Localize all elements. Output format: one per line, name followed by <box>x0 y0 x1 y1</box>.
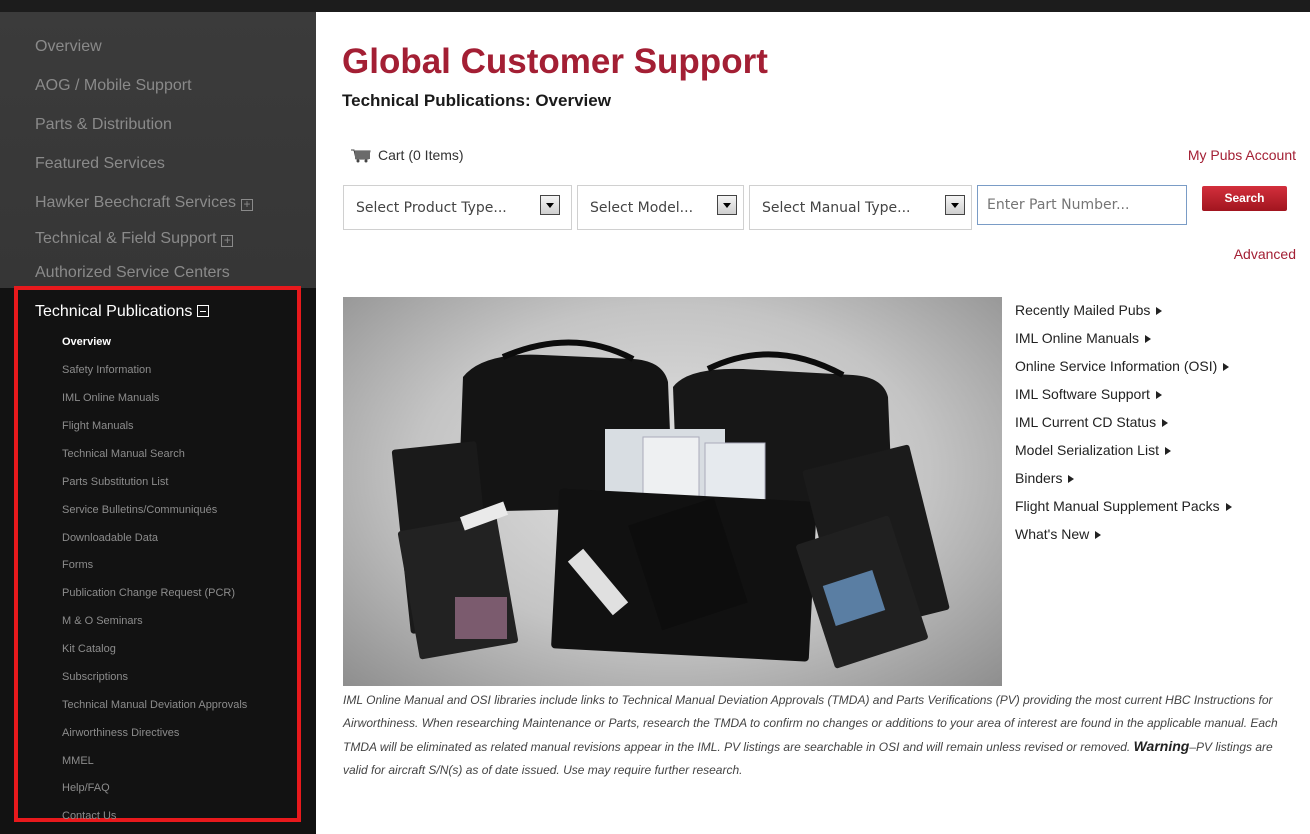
sidebar-item-label: Technical & Field Support <box>35 230 217 247</box>
arrow-right-icon <box>1068 475 1075 484</box>
sidebar-item-label: Authorized Service Centers <box>35 264 230 281</box>
sidebar-subitem-kit-catalog[interactable]: Kit Catalog <box>62 643 116 655</box>
sidebar-item-label: Featured Services <box>35 155 165 172</box>
sidebar-item-parts-distribution[interactable]: Parts & Distribution <box>35 116 172 134</box>
cart-icon <box>351 149 371 163</box>
model-value: Select Model... <box>590 199 694 216</box>
quick-link-online-service-information[interactable]: Online Service Information (OSI) <box>1015 358 1230 374</box>
sidebar-subitem-downloadable-data[interactable]: Downloadable Data <box>62 532 158 544</box>
sidebar-item-overview[interactable]: Overview <box>35 38 102 56</box>
page-subtitle: Technical Publications: Overview <box>342 91 611 110</box>
quick-link-binders[interactable]: Binders <box>1015 470 1075 486</box>
quick-link-flight-manual-supplement-packs[interactable]: Flight Manual Supplement Packs <box>1015 498 1232 514</box>
advanced-search-link[interactable]: Advanced <box>1234 246 1296 262</box>
quick-link-iml-software-support[interactable]: IML Software Support <box>1015 386 1162 402</box>
sidebar-subitem-tmda[interactable]: Technical Manual Deviation Approvals <box>62 699 247 711</box>
quick-link-label: IML Online Manuals <box>1015 330 1139 346</box>
arrow-right-icon <box>1162 419 1169 428</box>
sidebar-item-hawker-beechcraft-services[interactable]: Hawker Beechcraft Services + <box>35 194 253 212</box>
sidebar-item-label: Overview <box>35 38 102 55</box>
quick-link-label: Flight Manual Supplement Packs <box>1015 498 1220 514</box>
cart-link[interactable]: Cart (0 Items) <box>350 147 464 163</box>
manual-type-select[interactable]: Select Manual Type... <box>749 185 972 230</box>
quick-link-label: What's New <box>1015 526 1090 542</box>
sidebar-item-label: AOG / Mobile Support <box>35 77 192 94</box>
description-paragraph: IML Online Manual and OSI libraries incl… <box>343 689 1293 782</box>
cart-label: Cart (0 Items) <box>378 147 464 163</box>
sidebar-item-technical-field-support[interactable]: Technical & Field Support + <box>35 230 234 248</box>
quick-link-label: Model Serialization List <box>1015 442 1159 458</box>
chevron-down-icon[interactable] <box>717 195 737 215</box>
sidebar-item-technical-publications[interactable]: Technical Publications <box>35 303 210 321</box>
product-type-value: Select Product Type... <box>356 199 507 216</box>
sidebar-subitem-flight-manuals[interactable]: Flight Manuals <box>62 420 134 432</box>
sidebar-subitem-contact-us[interactable]: Contact Us <box>62 810 116 822</box>
product-type-select[interactable]: Select Product Type... <box>343 185 572 230</box>
quick-link-label: IML Current CD Status <box>1015 414 1157 430</box>
sidebar-item-label: Hawker Beechcraft Services <box>35 194 236 211</box>
expand-plus-icon[interactable]: + <box>240 198 253 211</box>
sidebar-subitem-safety-information[interactable]: Safety Information <box>62 364 151 376</box>
quick-link-label: IML Software Support <box>1015 386 1150 402</box>
quick-link-recently-mailed-pubs[interactable]: Recently Mailed Pubs <box>1015 302 1163 318</box>
quick-link-label: Online Service Information (OSI) <box>1015 358 1218 374</box>
sidebar-subitem-mo-seminars[interactable]: M & O Seminars <box>62 615 143 627</box>
quick-link-label: Binders <box>1015 470 1063 486</box>
sidebar-item-label: Parts & Distribution <box>35 116 172 133</box>
sidebar-subitem-mmel[interactable]: MMEL <box>62 755 94 767</box>
sidebar-section-label: Technical Publications <box>35 303 193 320</box>
quick-link-iml-online-manuals[interactable]: IML Online Manuals <box>1015 330 1151 346</box>
manual-type-value: Select Manual Type... <box>762 199 911 216</box>
sidebar-subitem-airworthiness-directives[interactable]: Airworthiness Directives <box>62 727 179 739</box>
sidebar-subitem-iml-online-manuals[interactable]: IML Online Manuals <box>62 392 159 404</box>
chevron-down-icon[interactable] <box>945 195 965 215</box>
my-pubs-account-link[interactable]: My Pubs Account <box>1188 147 1296 163</box>
sidebar-subitem-service-bulletins[interactable]: Service Bulletins/Communiqués <box>62 504 217 516</box>
arrow-right-icon <box>1095 531 1102 540</box>
sidebar-item-featured-services[interactable]: Featured Services <box>35 155 165 173</box>
sidebar-subitem-overview[interactable]: Overview <box>62 336 111 348</box>
sidebar-subitem-publication-change-request[interactable]: Publication Change Request (PCR) <box>62 587 235 599</box>
arrow-right-icon <box>1225 503 1232 512</box>
part-number-input[interactable] <box>977 185 1187 225</box>
quick-link-whats-new[interactable]: What's New <box>1015 526 1102 542</box>
quick-link-iml-current-cd-status[interactable]: IML Current CD Status <box>1015 414 1169 430</box>
page-title: Global Customer Support <box>342 42 768 81</box>
sidebar-subitem-subscriptions[interactable]: Subscriptions <box>62 671 128 683</box>
sidebar-item-aog-mobile-support[interactable]: AOG / Mobile Support <box>35 77 192 95</box>
arrow-right-icon <box>1223 363 1230 372</box>
expand-plus-icon[interactable]: + <box>221 234 234 247</box>
quick-link-label: Recently Mailed Pubs <box>1015 302 1151 318</box>
arrow-right-icon <box>1164 447 1171 456</box>
top-bar <box>0 0 1310 12</box>
sidebar-subitem-technical-manual-search[interactable]: Technical Manual Search <box>62 448 185 460</box>
arrow-right-icon <box>1156 307 1163 316</box>
collapse-minus-icon[interactable] <box>197 305 210 317</box>
quick-link-model-serialization-list[interactable]: Model Serialization List <box>1015 442 1171 458</box>
warning-label: Warning <box>1133 738 1190 754</box>
chevron-down-icon[interactable] <box>540 195 560 215</box>
publications-hero-image <box>343 297 1002 686</box>
arrow-right-icon <box>1155 391 1162 400</box>
sidebar-subitem-forms[interactable]: Forms <box>62 559 93 571</box>
model-select[interactable]: Select Model... <box>577 185 744 230</box>
search-button[interactable]: Search <box>1202 186 1287 211</box>
arrow-right-icon <box>1144 335 1151 344</box>
sidebar-subitem-help-faq[interactable]: Help/FAQ <box>62 782 110 794</box>
sidebar-item-authorized-service-centers[interactable]: Authorized Service Centers <box>35 264 230 282</box>
highlight-frame <box>14 286 301 822</box>
sidebar-subitem-parts-substitution-list[interactable]: Parts Substitution List <box>62 476 168 488</box>
